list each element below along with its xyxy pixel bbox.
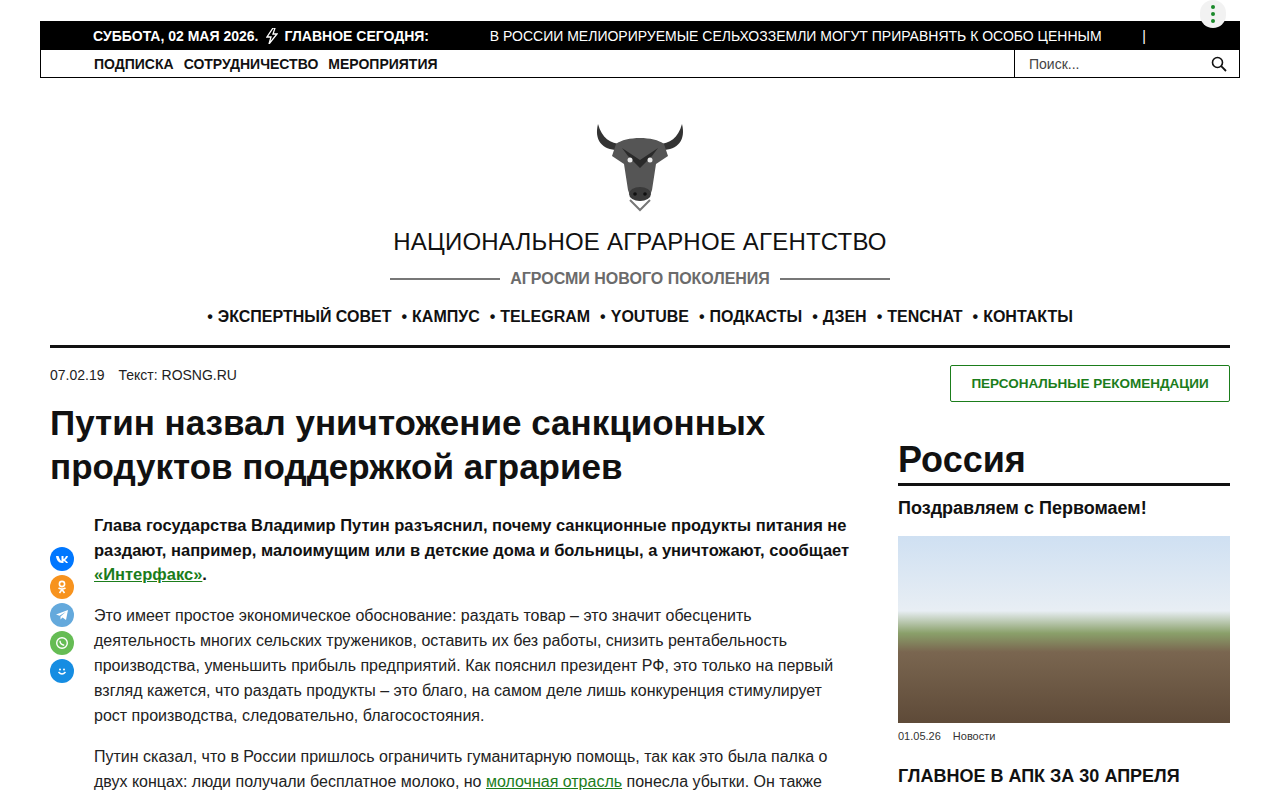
sidebar: ПЕРСОНАЛЬНЫЕ РЕКОМЕНДАЦИИ Россия Поздравля… [898,348,1230,800]
nav-item[interactable]: •ЭКСПЕРТНЫЙ СОВЕТ [207,308,391,326]
sub-nav: ПОДПИСКА СОТРУДНИЧЕСТВО МЕРОПРИЯТИЯ [41,50,1014,77]
sub-nav-item[interactable]: ПОДПИСКА [94,56,174,72]
news-title[interactable]: ГЛАВНОЕ В АПК ЗА 30 АПРЕЛЯ [898,766,1230,787]
telegram-share-button[interactable] [50,603,74,627]
article-date: 07.02.19 [50,367,105,383]
ticker-separator: | [1102,28,1240,44]
lightning-icon [266,28,278,44]
sub-bar: ПОДПИСКА СОТРУДНИЧЕСТВО МЕРОПРИЯТИЯ Поиск..… [40,50,1240,78]
article-lead: Глава государства Владимир Путин разъясн… [94,513,856,587]
menu-button[interactable] [1200,0,1226,28]
nav-item[interactable]: •ДЗЕН [812,308,866,326]
vk-icon [55,552,69,566]
headline-label: ГЛАВНОЕ СЕГОДНЯ: [284,28,429,44]
main-nav: •ЭКСПЕРТНЫЙ СОВЕТ •КАМПУС •TELEGRAM •YOUTUB… [207,308,1073,326]
section-title[interactable]: Россия [898,440,1230,486]
mail-share-button[interactable] [50,659,74,683]
article-paragraph: Это имеет простое экономическое обоснова… [94,603,856,728]
date: СУББОТА, 02 МАЯ 2026. [93,28,258,44]
divider [50,345,1230,348]
share-bar [50,513,74,800]
news-title[interactable]: Поздравляем с Первомаем! [898,496,1230,520]
source-link[interactable]: «Интерфакс» [94,565,202,583]
news-meta: 01.05.26 Новости [898,730,1230,742]
whatsapp-share-button[interactable] [50,631,74,655]
telegram-icon [55,608,69,622]
nav-item[interactable]: •КОНТАКТЫ [973,308,1073,326]
bull-logo-icon[interactable] [592,120,688,212]
site-title[interactable]: НАЦИОНАЛЬНОЕ АГРАРНОЕ АГЕНТСТВО [393,228,886,256]
news-ticker[interactable]: В РОССИИ МЕЛИОРИРУЕМЫЕ СЕЛЬХОЗЗЕМЛИ МОГУ… [429,28,1102,44]
mail-icon [55,664,69,678]
vk-share-button[interactable] [50,547,74,571]
article-author: Текст: ROSNG.RU [119,367,237,383]
nav-item[interactable]: •КАМПУС [401,308,479,326]
ok-share-button[interactable] [50,575,74,599]
slogan: АГРОСМИ НОВОГО ПОКОЛЕНИЯ [390,270,890,288]
brand: НАЦИОНАЛЬНОЕ АГРАРНОЕ АГЕНТСТВО АГРОСМИ Н… [0,78,1280,326]
sub-nav-item[interactable]: МЕРОПРИЯТИЯ [328,56,437,72]
search-field[interactable]: Поиск... [1014,50,1239,77]
nav-item[interactable]: •ПОДКАСТЫ [699,308,802,326]
article-meta: 07.02.19 Текст: ROSNG.RU [50,367,860,383]
article-title: Путин назвал уничтожение санкционных про… [50,401,860,489]
recommendations-button[interactable]: ПЕРСОНАЛЬНЫЕ РЕКОМЕНДАЦИИ [950,365,1230,402]
search-icon[interactable] [1211,56,1227,72]
nav-item[interactable]: •TELEGRAM [490,308,590,326]
nav-item[interactable]: •TENCHAT [877,308,963,326]
top-bar: СУББОТА, 02 МАЯ 2026. ГЛАВНОЕ СЕГОДНЯ:В Р… [40,21,1240,50]
news-photo[interactable] [898,536,1230,723]
sub-nav-item[interactable]: СОТРУДНИЧЕСТВО [184,56,319,72]
nav-item[interactable]: •YOUTUBE [600,308,689,326]
tag-link[interactable]: молочная отрасль [486,773,622,790]
article-text: Глава государства Владимир Путин разъясн… [94,513,860,800]
content: 07.02.19 Текст: ROSNG.RU Путин назвал унич… [0,348,1280,800]
search-placeholder: Поиск... [1029,56,1079,72]
news-category[interactable]: Новости [953,730,996,742]
news-date: 01.05.26 [898,730,941,742]
whatsapp-icon [55,636,69,650]
ok-icon [55,580,69,594]
page: СУББОТА, 02 МАЯ 2026. ГЛАВНОЕ СЕГОДНЯ:В Р… [0,0,1280,800]
more-icon [1201,2,1225,26]
article-paragraph: Путин сказал, что в России пришлось огра… [94,744,856,800]
article: 07.02.19 Текст: ROSNG.RU Путин назвал унич… [50,348,860,800]
